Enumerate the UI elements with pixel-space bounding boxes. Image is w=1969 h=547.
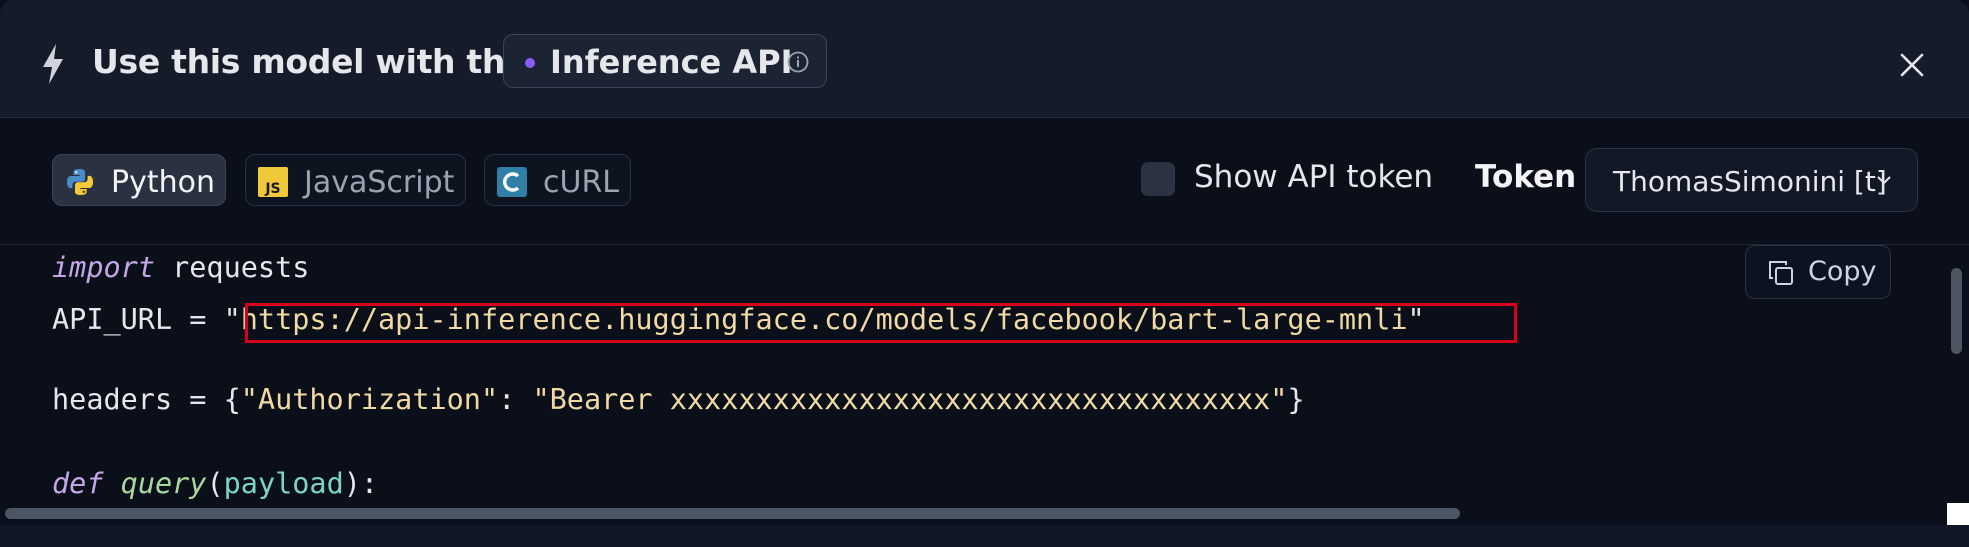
chevron-down-icon [1877,176,1891,185]
close-icon[interactable] [1898,51,1926,79]
curl-icon [497,167,527,197]
code-string: "Authorization" [240,383,499,416]
language-toolbar: Python JS JavaScript cURL Show API token… [0,118,1969,245]
inference-api-badge[interactable]: Inference API [503,34,827,88]
tab-curl-label: cURL [543,165,620,200]
copy-label: Copy [1808,256,1877,287]
code-text: headers = { [52,383,241,416]
code-text: : [498,383,533,416]
copy-icon [1769,261,1793,285]
vertical-scrollbar-thumb[interactable] [1951,268,1962,354]
modal-footer-strip [0,525,1969,547]
token-select[interactable]: ThomasSimonini [t] [1585,148,1918,212]
inference-api-modal: Use this model with the Inference API Py… [0,0,1969,547]
code-line-6: def query(payload): [52,467,378,500]
javascript-icon: JS [258,167,288,197]
horizontal-scrollbar-thumb[interactable] [5,508,1460,519]
info-icon[interactable] [787,51,809,73]
tab-python[interactable]: Python [52,154,226,206]
tab-curl[interactable]: cURL [484,154,631,206]
code-text: } [1287,383,1305,416]
show-api-token-label[interactable]: Show API token [1194,159,1433,195]
svg-text:JS: JS [264,181,280,197]
code-snippet: import requests API_URL = "https://api-i… [0,245,1969,510]
scrollbar-corner [1947,503,1969,525]
code-function-name: query [120,467,207,500]
tab-javascript[interactable]: JS JavaScript [245,154,466,206]
inference-api-label: Inference API [550,43,793,81]
code-param: payload [223,467,344,500]
python-icon [67,169,93,195]
show-api-token-checkbox[interactable] [1141,162,1175,196]
tab-python-label: Python [111,165,215,200]
code-text: ( [206,467,224,500]
code-text: requests [154,251,310,284]
code-string: "Bearer xxxxxxxxxxxxxxxxxxxxxxxxxxxxxxxx… [532,383,1288,416]
bolt-icon [43,44,63,84]
code-keyword: import [52,251,155,284]
code-text: API_URL = " [52,303,241,336]
tab-javascript-label: JavaScript [304,165,455,200]
token-select-value: ThomasSimonini [t] [1613,165,1887,198]
code-line-1: import requests [52,251,309,284]
copy-button[interactable]: Copy [1745,245,1891,299]
modal-title: Use this model with the [92,42,528,81]
code-keyword: def [52,467,104,500]
modal-header: Use this model with the Inference API [0,0,1969,118]
token-label: Token [1475,159,1577,195]
code-text: ): [343,467,379,500]
code-line-4: headers = {"Authorization": "Bearer xxxx… [52,383,1305,416]
status-dot [525,58,535,68]
url-highlight-box [245,303,1517,343]
